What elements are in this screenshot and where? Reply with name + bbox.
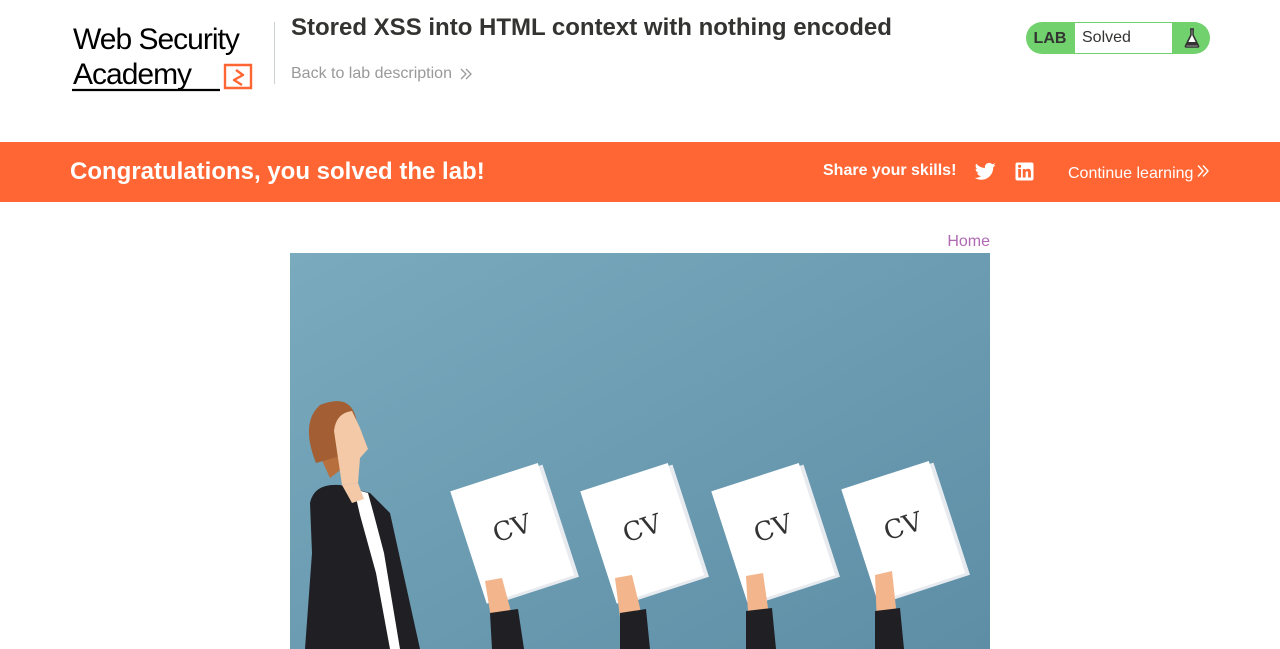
back-to-lab-description-link[interactable]: Back to lab description bbox=[291, 65, 473, 83]
logo-divider bbox=[274, 22, 275, 84]
lab-status-text: Solved bbox=[1074, 22, 1173, 54]
home-link[interactable]: Home bbox=[947, 233, 990, 251]
lab-status-widget: LAB Solved bbox=[1026, 22, 1210, 54]
page-header: Web Security Academy Stored XSS into HTM… bbox=[0, 0, 1280, 142]
flask-icon bbox=[1173, 22, 1210, 54]
continue-learning-label: Continue learning bbox=[1068, 164, 1194, 182]
double-chevron-right-icon bbox=[1197, 164, 1210, 183]
web-security-academy-logo[interactable]: Web Security Academy bbox=[70, 18, 274, 94]
linkedin-icon[interactable] bbox=[1015, 162, 1034, 181]
continue-learning-link[interactable]: Continue learning bbox=[1068, 164, 1210, 183]
twitter-icon[interactable] bbox=[974, 162, 996, 181]
congratulations-message: Congratulations, you solved the lab! bbox=[70, 158, 485, 185]
lab-tag: LAB bbox=[1033, 30, 1067, 47]
svg-text:Academy: Academy bbox=[73, 58, 192, 91]
double-chevron-right-icon bbox=[460, 68, 473, 80]
lab-title: Stored XSS into HTML context with nothin… bbox=[291, 14, 892, 41]
solved-banner: Congratulations, you solved the lab! Sha… bbox=[0, 142, 1280, 202]
share-your-skills-label: Share your skills! bbox=[823, 162, 957, 179]
blog-post-image: CV CV CV CV bbox=[290, 253, 990, 649]
svg-text:Web Security: Web Security bbox=[73, 23, 240, 56]
back-link-label: Back to lab description bbox=[291, 65, 452, 82]
